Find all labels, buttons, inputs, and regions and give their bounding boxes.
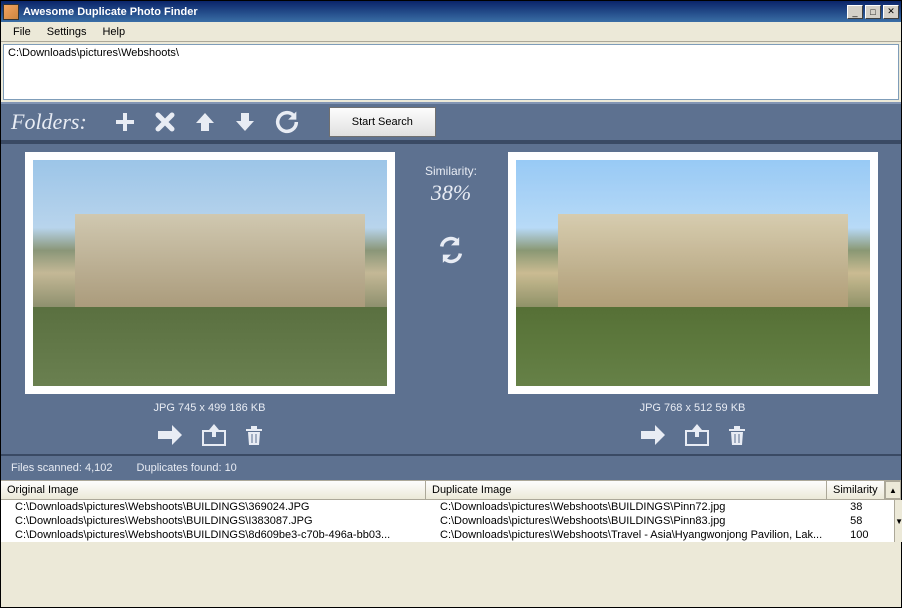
right-photo[interactable] [508,152,878,394]
move-up-icon[interactable] [193,110,217,134]
similarity-column: Similarity: 38% [416,152,486,446]
scroll-down-button[interactable]: ▼ [894,500,902,542]
left-open-location-icon[interactable] [156,424,184,446]
left-move-icon[interactable] [202,424,226,446]
col-similarity[interactable]: Similarity [827,481,885,499]
right-meta: JPG 768 x 512 59 KB [640,394,746,424]
table-row[interactable]: C:\Downloads\pictures\Webshoots\BUILDING… [1,528,894,542]
left-preview: JPG 745 x 499 186 KB [9,152,410,446]
move-down-icon[interactable] [233,110,257,134]
scroll-up-button[interactable]: ▲ [885,481,901,499]
path-listbox[interactable]: C:\Downloads\pictures\Webshoots\ [3,44,899,100]
menubar: File Settings Help [1,22,901,42]
table-header: Original Image Duplicate Image Similarit… [1,481,901,500]
folders-toolbar: Folders: Start Search [1,102,901,142]
cell-similarity: 58 [836,514,894,528]
col-duplicate[interactable]: Duplicate Image [426,481,827,499]
menu-settings[interactable]: Settings [39,24,95,40]
right-open-location-icon[interactable] [639,424,667,446]
add-folder-icon[interactable] [113,110,137,134]
table-row[interactable]: C:\Downloads\pictures\Webshoots\BUILDING… [1,514,894,528]
similarity-value: 38% [431,180,471,206]
cell-original: C:\Downloads\pictures\Webshoots\BUILDING… [1,500,426,514]
duplicates-found: Duplicates found: 10 [137,462,237,474]
window-buttons: _ □ ✕ [847,5,899,19]
app-icon [3,4,19,20]
comparison-panel: JPG 745 x 499 186 KB Similarity: 38% JPG… [1,142,901,454]
right-actions [639,424,747,446]
window-title: Awesome Duplicate Photo Finder [23,6,847,18]
cell-similarity: 38 [836,500,894,514]
left-delete-icon[interactable] [244,424,264,446]
path-entry[interactable]: C:\Downloads\pictures\Webshoots\ [8,47,894,59]
cell-original: C:\Downloads\pictures\Webshoots\BUILDING… [1,528,426,542]
left-photo[interactable] [25,152,395,394]
cell-duplicate: C:\Downloads\pictures\Webshoots\BUILDING… [426,514,836,528]
files-scanned: Files scanned: 4,102 [11,462,113,474]
left-actions [156,424,264,446]
table-body: C:\Downloads\pictures\Webshoots\BUILDING… [1,500,901,542]
reset-icon[interactable] [273,108,301,136]
cell-original: C:\Downloads\pictures\Webshoots\BUILDING… [1,514,426,528]
similarity-label: Similarity: [425,164,477,178]
results-table: Original Image Duplicate Image Similarit… [1,480,901,607]
cell-duplicate: C:\Downloads\pictures\Webshoots\BUILDING… [426,500,836,514]
status-line: Files scanned: 4,102 Duplicates found: 1… [1,454,901,480]
right-delete-icon[interactable] [727,424,747,446]
minimize-button[interactable]: _ [847,5,863,19]
right-preview: JPG 768 x 512 59 KB [492,152,893,446]
folders-label: Folders: [11,109,87,135]
cell-similarity: 100 [836,528,894,542]
table-row[interactable]: C:\Downloads\pictures\Webshoots\BUILDING… [1,500,894,514]
maximize-button[interactable]: □ [865,5,881,19]
start-search-button[interactable]: Start Search [329,107,436,137]
close-button[interactable]: ✕ [883,5,899,19]
right-move-icon[interactable] [685,424,709,446]
titlebar: Awesome Duplicate Photo Finder _ □ ✕ [1,1,901,22]
swap-icon[interactable] [437,236,465,264]
left-meta: JPG 745 x 499 186 KB [154,394,266,424]
menu-file[interactable]: File [5,24,39,40]
remove-folder-icon[interactable] [153,110,177,134]
col-original[interactable]: Original Image [1,481,426,499]
cell-duplicate: C:\Downloads\pictures\Webshoots\Travel -… [426,528,836,542]
menu-help[interactable]: Help [94,24,133,40]
